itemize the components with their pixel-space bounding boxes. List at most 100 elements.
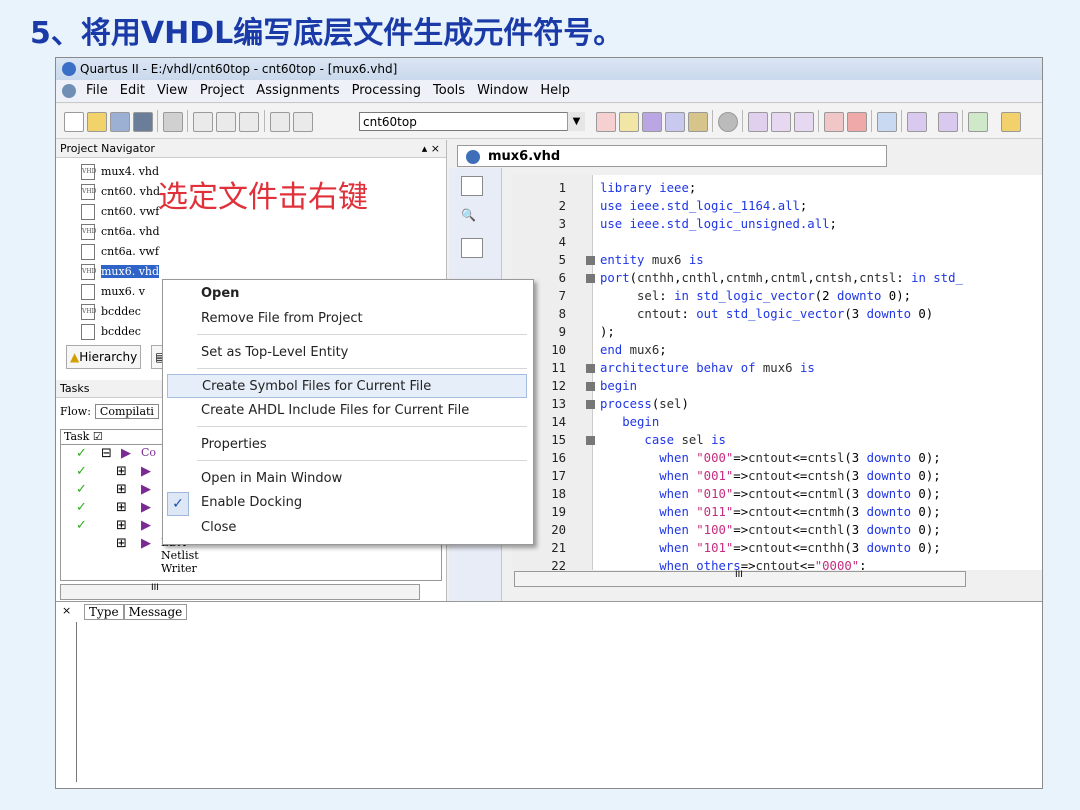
rtl-viewer-icon[interactable] (877, 112, 897, 132)
chip-planner-icon[interactable] (596, 112, 616, 132)
tasks-scrollbar[interactable]: III (60, 583, 420, 600)
timing-icon[interactable] (794, 112, 814, 132)
menu-item-create-ahdl-include[interactable]: Create AHDL Include Files for Current Fi… (167, 399, 527, 423)
undo-icon[interactable] (270, 112, 290, 132)
code-text: port(cnthh,cnthl,cntmh,cntml,cntsh,cntsl… (600, 271, 963, 285)
menu-assignments[interactable]: Assignments (250, 80, 345, 102)
editor-tab[interactable]: mux6.vhd (457, 145, 887, 167)
menu-item-enable-docking[interactable]: Enable Docking (167, 491, 527, 515)
code-text: use ieee.std_logic_1164.all; (600, 199, 808, 213)
file-item[interactable]: VHD mux4. vhd (81, 163, 159, 181)
file-item[interactable]: mux6. v (81, 283, 145, 301)
editor-scrollbar[interactable]: III (514, 570, 966, 587)
code-text: architecture behav of mux6 is (600, 361, 815, 375)
pin-planner-icon[interactable] (619, 112, 639, 132)
menu-project[interactable]: Project (194, 80, 250, 102)
type-column[interactable]: Type (84, 604, 124, 620)
line-number: 8 (558, 307, 566, 321)
simulation-icon[interactable] (824, 112, 844, 132)
menu-item-open[interactable]: Open (167, 282, 527, 306)
menu-window[interactable]: Window (471, 80, 534, 102)
menu-view[interactable]: View (151, 80, 194, 102)
line-number: 6 (558, 271, 566, 285)
menu-help[interactable]: Help (534, 80, 576, 102)
new-file-icon[interactable] (64, 112, 84, 132)
paste-icon[interactable] (239, 112, 259, 132)
cut-icon[interactable] (193, 112, 213, 132)
code-text: ); (600, 325, 615, 339)
collapse-icon[interactable]: ⊟ (101, 446, 112, 461)
save-icon[interactable] (110, 112, 130, 132)
menu-item-properties[interactable]: Properties (167, 433, 527, 457)
copy-icon[interactable] (216, 112, 236, 132)
open-folder-icon[interactable] (87, 112, 107, 132)
menu-tools[interactable]: Tools (427, 80, 471, 102)
ip-wizard-icon[interactable] (688, 112, 708, 132)
menu-file[interactable]: File (80, 80, 114, 102)
analysis-icon[interactable] (771, 112, 791, 132)
stop-icon[interactable] (718, 112, 738, 132)
file-item[interactable]: VHD bcddec (81, 303, 141, 321)
project-combo[interactable]: cnt60top (359, 112, 584, 131)
file-item[interactable]: VHD cnt6a. vhd (81, 223, 160, 241)
file-item-selected[interactable]: VHD mux6. vhd (81, 263, 160, 281)
flow-row: Flow: Compilati (60, 404, 159, 419)
expand-icon[interactable]: ⊞ (116, 518, 127, 533)
programmer-icon[interactable] (907, 112, 927, 132)
menu-item-set-top-level[interactable]: Set as Top-Level Entity (167, 341, 527, 365)
context-menu: Open Remove File from Project Set as Top… (162, 279, 534, 545)
code-text: case sel is (644, 433, 726, 447)
checkmark-icon: ✓ (76, 482, 87, 497)
tab-hierarchy[interactable]: ▲Hierarchy (66, 345, 142, 369)
file-item[interactable]: cnt6a. vwf (81, 243, 159, 261)
fold-icon[interactable] (586, 382, 595, 391)
fold-icon[interactable] (586, 400, 595, 409)
play-icon: ▶ (121, 446, 131, 461)
chevron-down-icon[interactable]: ▼ (567, 112, 585, 131)
code-editor[interactable]: 1 library ieee; 2 use ieee.std_logic_1164.a… (512, 175, 1042, 570)
message-column[interactable]: Message (123, 604, 188, 620)
timing-analyzer-icon[interactable] (847, 112, 867, 132)
signaltap-icon[interactable] (968, 112, 988, 132)
line-number: 22 (551, 559, 566, 570)
line-number: 17 (551, 469, 566, 483)
settings-icon[interactable] (665, 112, 685, 132)
project-combo-value: cnt60top (363, 115, 417, 129)
fold-icon[interactable] (586, 274, 595, 283)
line-number: 19 (551, 505, 566, 519)
save-all-icon[interactable] (133, 112, 153, 132)
find-icon[interactable]: 🔍 (461, 208, 481, 226)
chip-editor-icon[interactable] (938, 112, 958, 132)
menu-item-remove-file[interactable]: Remove File from Project (167, 307, 527, 331)
fold-icon[interactable] (586, 364, 595, 373)
line-number: 16 (551, 451, 566, 465)
braces-icon[interactable] (461, 238, 483, 258)
menu-item-close[interactable]: Close (167, 516, 527, 540)
print-icon[interactable] (163, 112, 183, 132)
file-item[interactable]: bcddec (81, 323, 141, 341)
menu-processing[interactable]: Processing (346, 80, 427, 102)
flow-select[interactable]: Compilati (94, 404, 159, 419)
expand-icon[interactable]: ⊞ (116, 500, 127, 515)
menu-item-open-main-window[interactable]: Open in Main Window (167, 467, 527, 491)
expand-icon[interactable]: ⊞ (116, 536, 127, 551)
start-compilation-icon[interactable] (748, 112, 768, 132)
waveform-file-icon (81, 204, 95, 220)
redo-icon[interactable] (293, 112, 313, 132)
menu-item-create-symbol-files[interactable]: Create Symbol Files for Current File (167, 374, 527, 398)
file-item[interactable]: VHD cnt60. vhd (81, 183, 160, 201)
help-icon[interactable] (1001, 112, 1021, 132)
code-text: entity mux6 is (600, 253, 704, 267)
file-item[interactable]: cnt60. vwf (81, 203, 159, 221)
expand-icon[interactable]: ⊞ (116, 482, 127, 497)
fold-icon[interactable] (586, 436, 595, 445)
document-menu-icon[interactable] (62, 84, 76, 98)
close-icon[interactable]: ▴ × (422, 140, 440, 158)
vhd-file-icon: VHD (81, 184, 96, 200)
open-icon[interactable] (461, 176, 483, 196)
close-icon[interactable]: × (62, 604, 71, 617)
expand-icon[interactable]: ⊞ (116, 464, 127, 479)
assignment-editor-icon[interactable] (642, 112, 662, 132)
fold-icon[interactable] (586, 256, 595, 265)
menu-edit[interactable]: Edit (114, 80, 151, 102)
